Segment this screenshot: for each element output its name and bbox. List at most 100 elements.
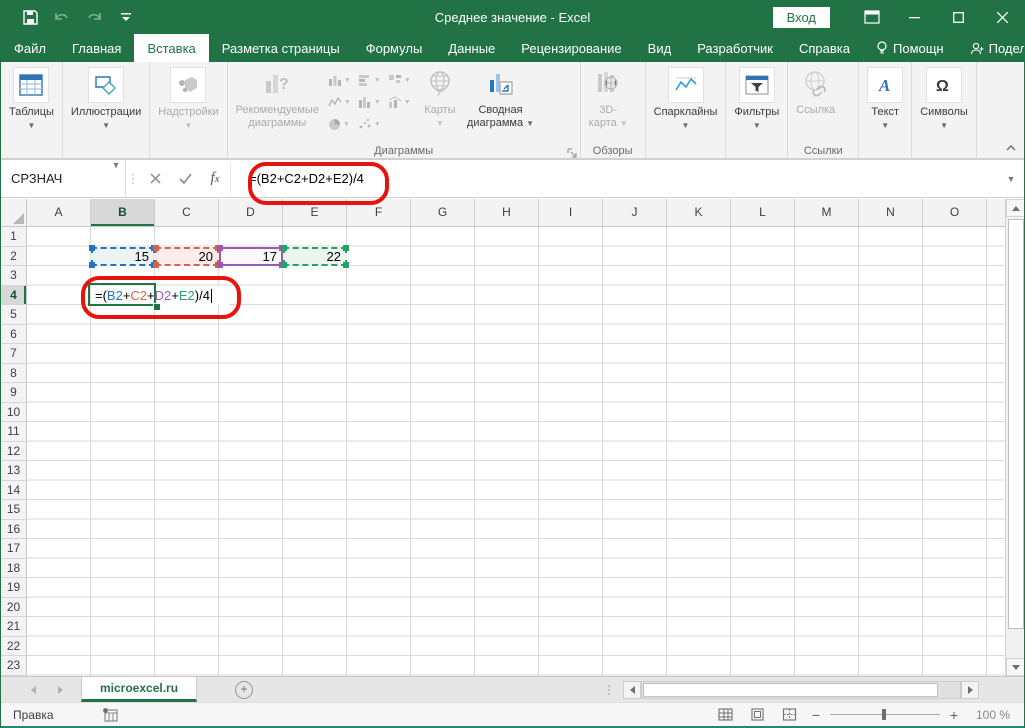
zoom-level[interactable]: 100 % <box>970 708 1010 722</box>
tables-button[interactable]: Таблицы ▼ <box>4 65 59 132</box>
tab-home[interactable]: Главная <box>59 34 134 62</box>
map3d-button[interactable]: 3D- карта ▼ <box>584 65 633 132</box>
column-header-A[interactable]: A <box>27 199 91 227</box>
tab-insert[interactable]: Вставка <box>134 34 208 62</box>
sparklines-button[interactable]: Спарклайны ▼ <box>649 65 723 132</box>
customize-qat-icon[interactable] <box>117 8 135 26</box>
cancel-formula-icon[interactable] <box>140 160 170 197</box>
tab-view[interactable]: Вид <box>635 34 685 62</box>
close-button[interactable] <box>980 0 1024 34</box>
new-sheet-icon[interactable]: + <box>235 681 253 699</box>
dropdown-arrow-icon: ▼ <box>881 121 889 130</box>
insert-function-icon[interactable]: fx <box>200 160 230 197</box>
column-header-O[interactable]: O <box>923 199 987 227</box>
column-header-partial[interactable] <box>987 199 1005 227</box>
normal-view-icon[interactable] <box>714 706 736 724</box>
sheet-tab[interactable]: microexcel.ru <box>81 677 197 702</box>
column-header-J[interactable]: J <box>603 199 667 227</box>
recommended-charts-button[interactable]: ? Рекомендуемые диаграммы <box>231 65 324 132</box>
tab-page-layout[interactable]: Разметка страницы <box>209 34 353 62</box>
column-header-E[interactable]: E <box>283 199 347 227</box>
illustrations-button[interactable]: Иллюстрации ▼ <box>66 65 146 132</box>
zoom-out-icon[interactable]: − <box>810 707 822 723</box>
waterfall-chart-button[interactable]: ▼ <box>326 91 356 113</box>
pie-chart-button[interactable]: ▼ <box>326 113 356 135</box>
filters-button[interactable]: Фильтры ▼ <box>729 65 784 132</box>
tab-assistant[interactable]: Помощн <box>863 34 957 62</box>
maps-button[interactable]: Карты ▼ <box>418 65 462 130</box>
horizontal-scrollbar-thumb[interactable] <box>643 683 938 697</box>
name-box-dropdown-icon[interactable]: ▼ <box>107 160 125 197</box>
scroll-down-icon[interactable] <box>1006 658 1025 676</box>
column-header-M[interactable]: M <box>795 199 859 227</box>
tab-review[interactable]: Рецензирование <box>508 34 634 62</box>
scatter-chart-button[interactable]: ▼ <box>356 113 386 135</box>
column-header-D[interactable]: D <box>219 199 283 227</box>
scroll-up-icon[interactable] <box>1006 199 1025 217</box>
cell-C2[interactable]: 20 <box>155 247 219 267</box>
select-all-corner[interactable] <box>1 199 27 227</box>
enter-formula-icon[interactable] <box>170 160 200 197</box>
text-button[interactable]: A Текст ▼ <box>862 65 908 132</box>
formula-bar-handle[interactable]: ⋮ <box>125 160 140 197</box>
column-header-C[interactable]: C <box>155 199 219 227</box>
minimize-button[interactable] <box>892 0 936 34</box>
zoom-in-icon[interactable]: + <box>948 707 960 723</box>
histogram-chart-button[interactable]: ▼ <box>356 91 386 113</box>
expand-formula-bar-icon[interactable]: ▼ <box>998 160 1024 197</box>
link-globe-icon <box>799 67 833 101</box>
maximize-button[interactable] <box>936 0 980 34</box>
tab-developer[interactable]: Разработчик <box>684 34 786 62</box>
collapse-ribbon-icon[interactable] <box>1006 143 1016 154</box>
sign-in-button[interactable]: Вход <box>773 7 830 28</box>
macro-record-icon[interactable] <box>102 708 118 722</box>
column-header-B[interactable]: B <box>91 199 155 227</box>
vertical-scrollbar-thumb[interactable] <box>1008 219 1024 629</box>
page-break-view-icon[interactable] <box>778 706 800 724</box>
next-sheet-icon[interactable] <box>58 686 63 694</box>
column-header-G[interactable]: G <box>411 199 475 227</box>
zoom-slider-thumb[interactable] <box>882 709 886 720</box>
cell-B2[interactable]: 15 <box>91 247 155 267</box>
bar-chart-button[interactable]: ▼ <box>356 69 386 91</box>
addins-button[interactable]: Надстройки ▼ <box>153 65 223 132</box>
column-header-L[interactable]: L <box>731 199 795 227</box>
name-box[interactable]: СРЗНАЧ <box>1 160 107 197</box>
scroll-right-icon[interactable] <box>961 681 979 699</box>
dialog-launcher-icon[interactable] <box>567 145 577 155</box>
editing-cell-text[interactable]: =(B2+C2+D2+E2)/4 <box>95 286 212 305</box>
tab-help[interactable]: Справка <box>786 34 863 62</box>
column-header-K[interactable]: K <box>667 199 731 227</box>
combo-chart-button[interactable]: ▼ <box>386 91 416 113</box>
chart-type-buttons: ▼ ▼ ▼ ▼ ▼ ▼ ▼ ▼ <box>326 69 416 135</box>
formula-input[interactable]: =(B2+C2+D2+E2)/4 <box>231 160 998 197</box>
zoom-slider[interactable] <box>830 714 940 715</box>
tab-data[interactable]: Данные <box>435 34 508 62</box>
column-header-F[interactable]: F <box>347 199 411 227</box>
tabbar-splitter[interactable]: ⋮ <box>603 677 615 702</box>
save-icon[interactable] <box>21 8 39 26</box>
vertical-scrollbar[interactable] <box>1005 199 1025 676</box>
tab-file[interactable]: Файл <box>1 34 59 62</box>
prev-sheet-icon[interactable] <box>31 686 36 694</box>
cell-E2[interactable]: 22 <box>283 247 347 267</box>
column-header-H[interactable]: H <box>475 199 539 227</box>
dropdown-arrow-icon: ▼ <box>102 121 110 130</box>
column-header-N[interactable]: N <box>859 199 923 227</box>
cell-D2[interactable]: 17 <box>219 247 283 267</box>
tab-formulas[interactable]: Формулы <box>353 34 436 62</box>
ribbon-display-options-icon[interactable] <box>852 0 892 34</box>
horizontal-scrollbar[interactable] <box>623 677 979 702</box>
pivot-chart-button[interactable]: Сводная диаграмма ▼ <box>462 65 539 132</box>
page-layout-view-icon[interactable] <box>746 706 768 724</box>
group-illustrations: Иллюстрации ▼ <box>63 62 150 158</box>
link-button[interactable]: Ссылка <box>791 65 840 119</box>
scroll-left-icon[interactable] <box>623 681 641 699</box>
column-header-I[interactable]: I <box>539 199 603 227</box>
tab-share[interactable]: Поделиться <box>957 34 1025 62</box>
symbols-button[interactable]: Ω Символы ▼ <box>915 65 973 132</box>
redo-icon[interactable] <box>85 8 103 26</box>
undo-icon[interactable] <box>53 8 71 26</box>
column-chart-button[interactable]: ▼ <box>326 69 356 91</box>
hierarchy-chart-button[interactable]: ▼ <box>386 69 416 91</box>
